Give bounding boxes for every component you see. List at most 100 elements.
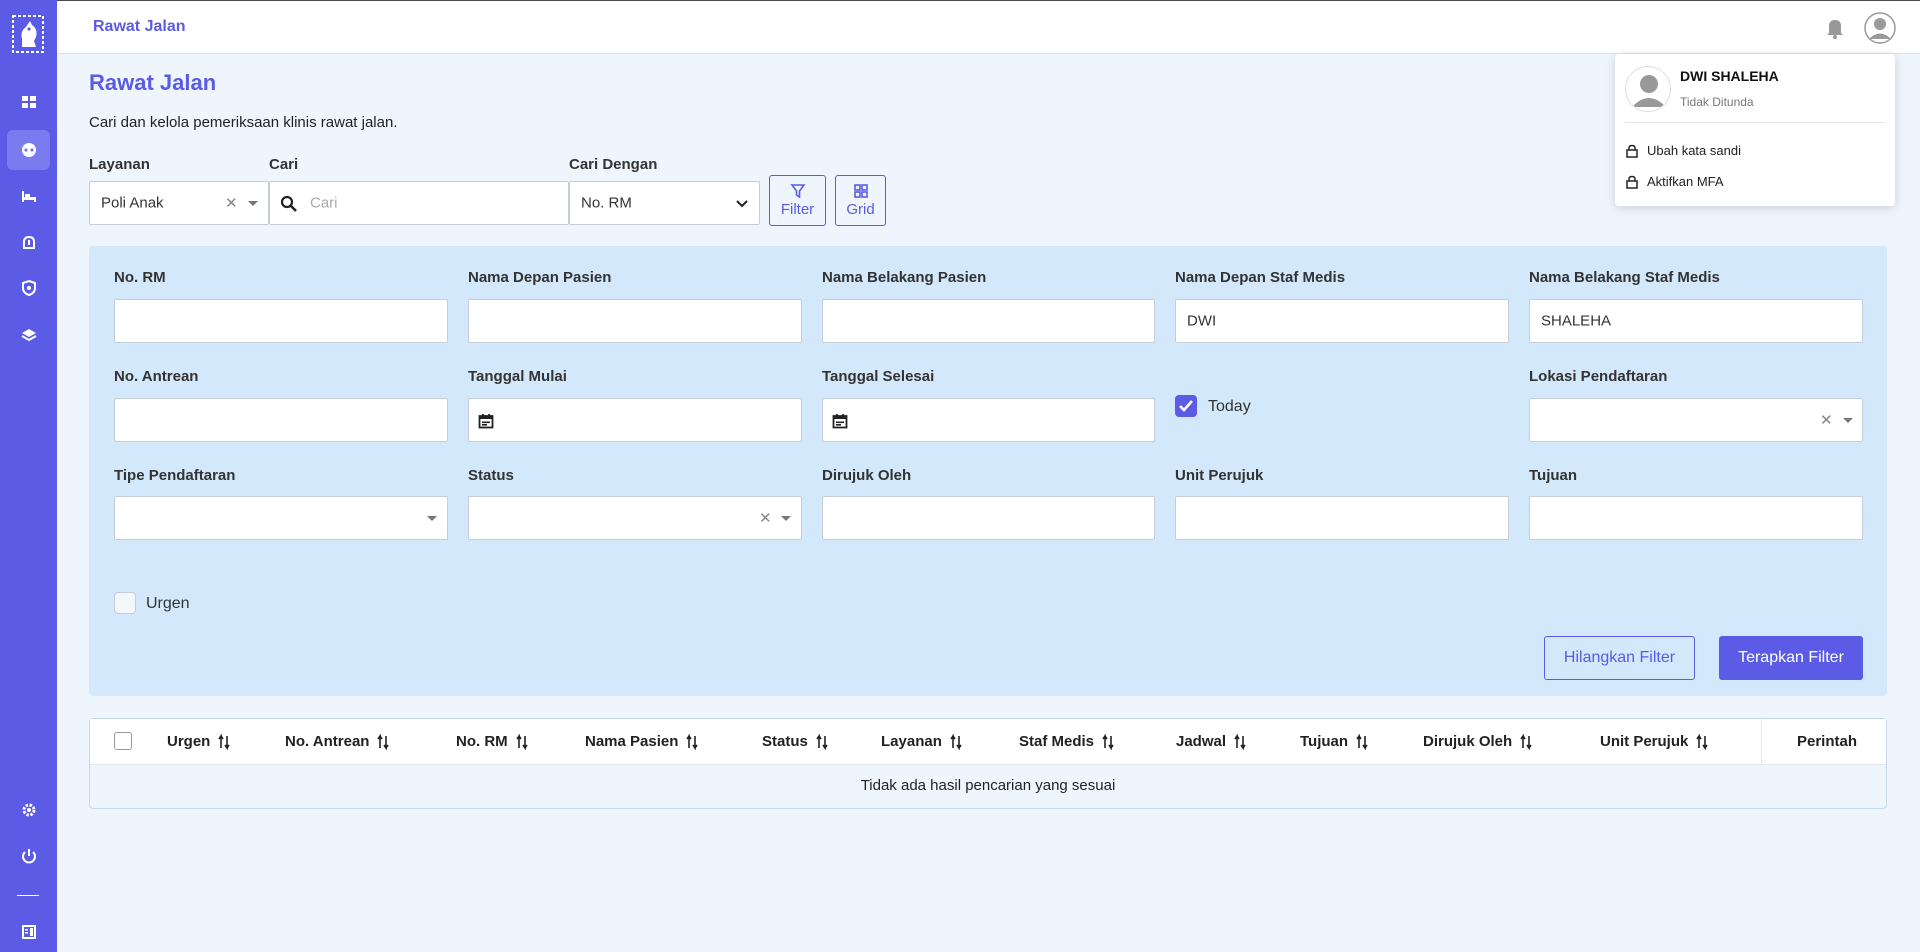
results-table: Urgen No. Antrean No. RM Nama Pasien Sta… — [89, 718, 1887, 809]
app-logo-icon[interactable] — [12, 15, 44, 53]
avatar-icon — [1864, 12, 1896, 44]
column-header[interactable]: Tujuan — [1300, 733, 1368, 750]
topbar-title: Rawat Jalan — [93, 18, 186, 35]
cari-dengan-value: No. RM — [581, 194, 632, 212]
sort-icon — [1234, 733, 1246, 750]
sidebar-item-layers[interactable] — [7, 315, 50, 355]
sort-icon — [950, 733, 962, 750]
lock-icon — [1626, 144, 1638, 158]
unit-perujuk-input[interactable] — [1175, 496, 1509, 540]
chevron-down-icon — [781, 516, 791, 521]
dirujuk-oleh-input[interactable] — [822, 496, 1155, 540]
user-avatar-button[interactable] — [1864, 12, 1896, 44]
column-header[interactable]: Jadwal — [1176, 733, 1246, 750]
sidebar — [0, 0, 57, 952]
change-password-label: Ubah kata sandi — [1647, 143, 1741, 158]
layanan-label: Layanan — [89, 156, 150, 173]
user-menu-dropdown: DWI SHALEHA Tidak Ditunda Ubah kata sand… — [1615, 54, 1895, 206]
user-name: DWI SHALEHA — [1680, 68, 1779, 84]
nama-belakang-pasien-label: Nama Belakang Pasien — [822, 269, 987, 286]
sort-icon — [1520, 733, 1532, 750]
no-rm-input[interactable] — [114, 299, 448, 343]
avatar — [1625, 66, 1671, 112]
tanggal-mulai-input[interactable] — [468, 398, 802, 442]
cari-dengan-label: Cari Dengan — [569, 156, 658, 173]
tipe-pendaftaran-select[interactable] — [114, 496, 448, 540]
column-header[interactable]: Unit Perujuk — [1600, 733, 1709, 750]
alarm-icon — [22, 235, 35, 249]
grid-button-label: Grid — [846, 201, 875, 218]
sidebar-item-dashboard[interactable] — [7, 82, 50, 122]
today-checkbox[interactable] — [1175, 395, 1197, 417]
apply-filter-button[interactable]: Terapkan Filter — [1719, 636, 1863, 680]
column-divider — [1761, 719, 1762, 765]
clear-icon[interactable]: ✕ — [225, 194, 238, 212]
column-header[interactable]: No. RM — [456, 733, 528, 750]
grid-button[interactable]: Grid — [835, 175, 886, 226]
column-header[interactable]: Staf Medis — [1019, 733, 1114, 750]
menu-divider — [1625, 122, 1885, 123]
nama-depan-staf-input[interactable]: DWI — [1175, 299, 1509, 343]
nama-depan-pasien-label: Nama Depan Pasien — [468, 269, 612, 286]
shield-icon — [21, 279, 36, 297]
cari-label: Cari — [269, 156, 299, 173]
sidebar-item-rawat-inap[interactable] — [7, 176, 50, 216]
urgen-checkbox[interactable] — [114, 592, 136, 614]
sidebar-collapse-icon — [21, 925, 36, 939]
enable-mfa-label: Aktifkan MFA — [1647, 174, 1724, 189]
chevron-down-icon — [248, 201, 258, 206]
column-header[interactable]: Layanan — [881, 733, 962, 750]
sort-icon — [1102, 733, 1114, 750]
sidebar-item-settings[interactable] — [7, 790, 50, 830]
status-label: Status — [468, 467, 514, 484]
lokasi-pendaftaran-select[interactable]: ✕ — [1529, 398, 1863, 442]
sidebar-item-security[interactable] — [7, 268, 50, 308]
clear-filter-button[interactable]: Hilangkan Filter — [1544, 636, 1695, 680]
nama-belakang-pasien-input[interactable] — [822, 299, 1155, 343]
grid-icon — [853, 184, 868, 198]
column-header[interactable]: Nama Pasien — [585, 733, 699, 750]
sidebar-item-logout[interactable] — [7, 836, 50, 876]
bell-icon[interactable] — [1825, 17, 1845, 39]
column-header-perintah: Perintah — [1797, 733, 1858, 750]
layanan-select[interactable]: Poli Anak ✕ — [89, 181, 269, 225]
sort-icon — [218, 733, 231, 750]
tanggal-selesai-input[interactable] — [822, 398, 1155, 442]
sidebar-item-collapse[interactable] — [7, 912, 50, 952]
column-header[interactable]: Status — [762, 733, 828, 750]
no-antrean-input[interactable] — [114, 398, 448, 442]
nama-depan-pasien-input[interactable] — [468, 299, 802, 343]
outpatient-icon — [21, 143, 36, 157]
sort-icon — [686, 733, 699, 750]
tujuan-input[interactable] — [1529, 496, 1863, 540]
table-header: Urgen No. Antrean No. RM Nama Pasien Sta… — [90, 719, 1886, 765]
sort-icon — [516, 733, 528, 750]
column-header[interactable]: No. Antrean — [285, 733, 390, 750]
column-header[interactable]: Urgen — [167, 733, 231, 750]
filter-button[interactable]: Filter — [769, 175, 826, 226]
cari-dengan-select[interactable]: No. RM — [569, 181, 760, 225]
enable-mfa-item[interactable]: Aktifkan MFA — [1625, 174, 1724, 189]
change-password-item[interactable]: Ubah kata sandi — [1625, 143, 1741, 158]
power-icon — [21, 849, 36, 864]
select-all-checkbox[interactable] — [114, 732, 132, 750]
clear-icon[interactable]: ✕ — [1820, 411, 1833, 429]
sidebar-item-rawat-jalan[interactable] — [7, 130, 50, 170]
nama-depan-staf-value: DWI — [1187, 312, 1217, 330]
dirujuk-oleh-label: Dirujuk Oleh — [822, 467, 912, 484]
search-input[interactable]: Cari — [269, 181, 569, 225]
empty-message: Tidak ada hasil pencarian yang sesuai — [860, 777, 1116, 794]
bed-icon — [21, 191, 36, 202]
tujuan-label: Tujuan — [1529, 467, 1578, 484]
nama-belakang-staf-input[interactable]: SHALEHA — [1529, 299, 1863, 343]
no-rm-label: No. RM — [114, 269, 166, 286]
nama-belakang-staf-value: SHALEHA — [1541, 312, 1612, 330]
tanggal-mulai-label: Tanggal Mulai — [468, 368, 567, 385]
clear-icon[interactable]: ✕ — [759, 509, 772, 527]
sidebar-item-emergency[interactable] — [7, 222, 50, 262]
page-description: Cari dan kelola pemeriksaan klinis rawat… — [89, 114, 398, 131]
search-icon — [280, 195, 297, 212]
status-select[interactable]: ✕ — [468, 496, 802, 540]
dashboard-icon — [21, 96, 36, 108]
column-header[interactable]: Dirujuk Oleh — [1423, 733, 1532, 750]
